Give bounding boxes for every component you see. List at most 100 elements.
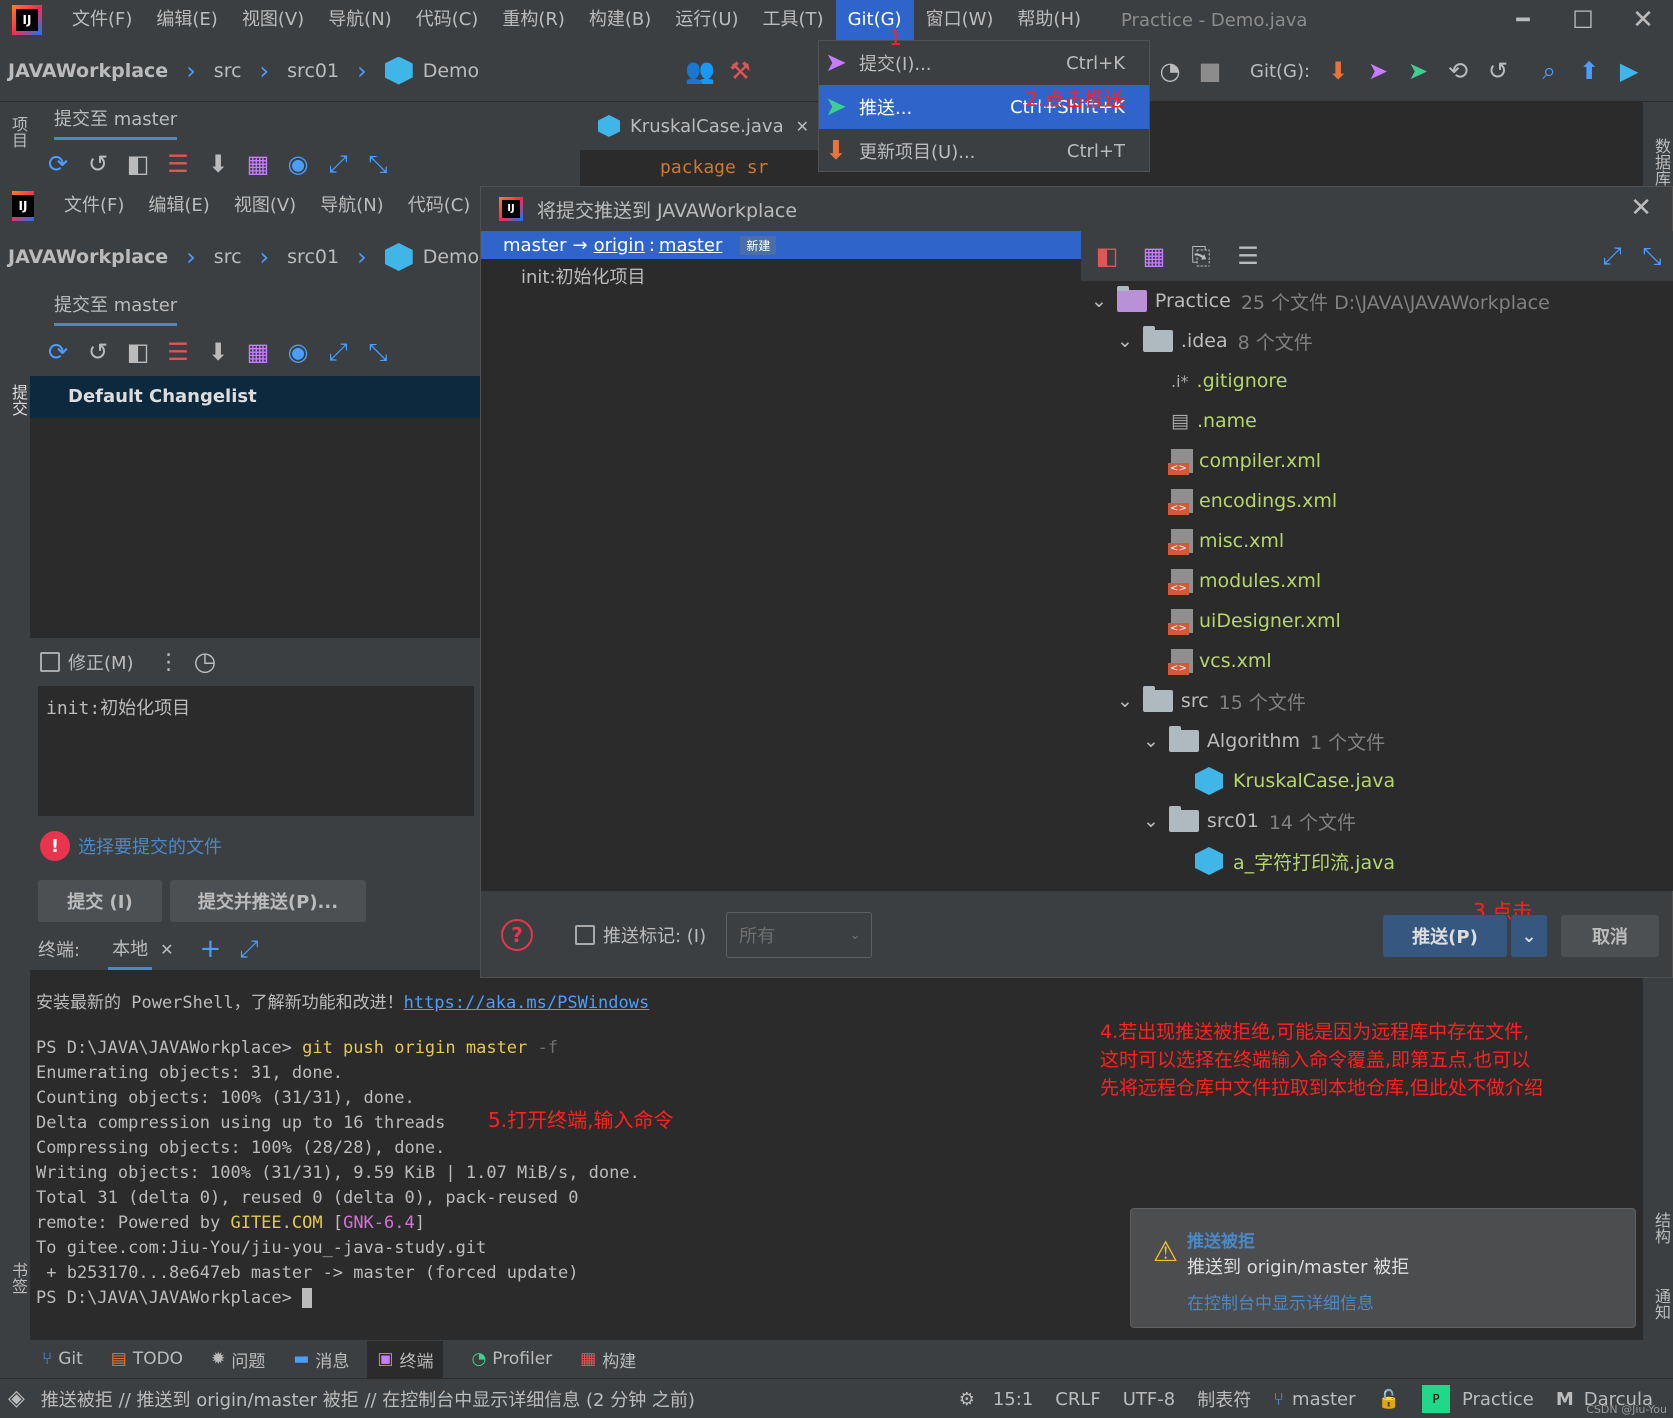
push-tags-checkbox[interactable]	[575, 925, 595, 945]
cursor-position[interactable]: 15:1	[993, 1389, 1033, 1410]
amend-checkbox[interactable]	[40, 652, 60, 672]
commit-row[interactable]: init:初始化项目	[481, 259, 1081, 297]
side-tab-bookmarks[interactable]: 书签	[6, 1262, 30, 1294]
menu-item-commit[interactable]: ➤ 提交(I)... Ctrl+K	[819, 41, 1149, 85]
tree-item-algorithm[interactable]: ⌄ Algorithm 1 个文件	[1143, 723, 1385, 759]
users-icon[interactable]: 👥	[683, 54, 717, 88]
expand-icon[interactable]: ⤢	[239, 935, 258, 963]
menu-tools[interactable]: 工具(T)	[751, 0, 836, 40]
minimize-icon[interactable]: ━	[1493, 8, 1553, 33]
close-window-icon[interactable]: ✕	[1613, 5, 1673, 35]
tree-item-vcs-xml[interactable]: vcs.xml	[1168, 643, 1272, 679]
tree-item-modules-xml[interactable]: modules.xml	[1168, 563, 1321, 599]
project-name[interactable]: Practice	[1462, 1389, 1534, 1410]
commit-button[interactable]: 提交 (I)	[38, 880, 162, 922]
select-files-warning[interactable]: 选择要提交的文件	[78, 833, 222, 859]
collapse-icon[interactable]: ⤡	[361, 335, 395, 369]
menu-navigate[interactable]: 导航(N)	[316, 0, 404, 40]
side-tab-project[interactable]: 项目	[6, 116, 30, 148]
commit-tab-title[interactable]: 提交至 master	[54, 291, 178, 326]
menu-code[interactable]: 代码(C)	[404, 0, 491, 40]
tree-item-a-print-stream[interactable]: a_字符打印流.java	[1195, 843, 1395, 879]
group-icon[interactable]: ▦	[1137, 239, 1171, 273]
editor-tab-kruskal[interactable]: KruskalCase.java	[630, 116, 784, 137]
group-icon[interactable]: ▦	[241, 335, 275, 369]
menu-edit[interactable]: 编辑(E)	[136, 186, 221, 226]
breadcrumb-src01[interactable]: src01	[287, 60, 339, 82]
push-button[interactable]: 推送(P)	[1383, 915, 1507, 957]
bottom-tab-messages[interactable]: ▬ 消息	[293, 1347, 349, 1372]
branch-row[interactable]: master → origin : master 新建	[481, 231, 1081, 259]
breadcrumb-project[interactable]: JAVAWorkplace	[8, 60, 168, 82]
collapse-icon[interactable]: ⤡	[1635, 239, 1669, 273]
search-icon[interactable]: ⌕	[1532, 54, 1566, 88]
bottom-tab-terminal[interactable]: ▣ 终端	[367, 1340, 444, 1378]
show-details-link[interactable]: 在控制台中显示详细信息	[1187, 1289, 1374, 1314]
layers-icon[interactable]: ◈	[8, 1386, 25, 1411]
eye-icon[interactable]: ◉	[281, 335, 315, 369]
close-tab-icon[interactable]: ✕	[160, 940, 173, 959]
tree-item-src01[interactable]: ⌄ src01 14 个文件	[1143, 803, 1356, 839]
bottom-tab-git[interactable]: ⑂ Git	[42, 1349, 83, 1369]
menu-file[interactable]: 文件(F)	[60, 0, 144, 40]
history-icon[interactable]: ⟲	[1441, 54, 1475, 88]
more-options-icon[interactable]: ⋮	[158, 650, 180, 675]
expand-icon[interactable]: ⤢	[321, 147, 355, 181]
changelist-icon[interactable]: ☰	[161, 335, 195, 369]
remote-link[interactable]: origin	[594, 235, 645, 256]
menu-view[interactable]: 视图(V)	[230, 0, 316, 40]
breadcrumb-src[interactable]: src	[214, 246, 242, 268]
menu-item-update[interactable]: ⬇ 更新项目(U)... Ctrl+T	[819, 129, 1149, 173]
expand-icon[interactable]: ⤢	[321, 335, 355, 369]
clock-icon[interactable]: ◷	[194, 647, 217, 677]
git-branch[interactable]: master	[1292, 1389, 1355, 1410]
bottom-tab-problems[interactable]: ✹ 问题	[211, 1347, 265, 1372]
menu-build[interactable]: 构建(B)	[577, 0, 663, 40]
push-options-chevron-icon[interactable]: ⌄	[1511, 915, 1547, 957]
menu-file[interactable]: 文件(F)	[52, 186, 136, 226]
default-changelist[interactable]: Default Changelist	[30, 376, 480, 418]
menu-refactor[interactable]: 重构(R)	[490, 0, 577, 40]
terminal-tab-local[interactable]: 本地	[108, 929, 153, 970]
commit-message-field[interactable]: init:初始化项目	[38, 686, 474, 816]
hammer-icon[interactable]: ⚒	[723, 54, 757, 88]
breadcrumb-src[interactable]: src	[214, 60, 242, 82]
eye-icon[interactable]: ◉	[281, 147, 315, 181]
update-ide-icon[interactable]: ⬆	[1572, 54, 1606, 88]
tree-item-uidesigner-xml[interactable]: uiDesigner.xml	[1168, 603, 1341, 639]
menu-window[interactable]: 窗口(W)	[914, 0, 1006, 40]
update-project-icon[interactable]: ⬇	[1321, 54, 1355, 88]
file-diff-icon[interactable]: ⎘	[1184, 239, 1218, 273]
expand-icon[interactable]: ⤢	[1595, 239, 1629, 273]
breadcrumb-demo[interactable]: Demo	[423, 246, 479, 268]
tree-item-misc-xml[interactable]: misc.xml	[1168, 523, 1284, 559]
shelve-icon[interactable]: ⬇	[201, 147, 235, 181]
refresh-icon[interactable]: ⟳	[41, 147, 75, 181]
side-tab-notifications[interactable]: 通知	[1649, 1288, 1673, 1320]
tags-select[interactable]: 所有 ⌄	[726, 912, 873, 958]
refresh-icon[interactable]: ⟳	[41, 335, 75, 369]
status-message[interactable]: 推送被拒 // 推送到 origin/master 被拒 // 在控制台中显示详…	[41, 1386, 695, 1412]
rollback-icon[interactable]: ↺	[1481, 54, 1515, 88]
menu-view[interactable]: 视图(V)	[222, 186, 308, 226]
close-dialog-icon[interactable]: ✕	[1630, 193, 1652, 223]
tree-item-name[interactable]: ▤ .name	[1171, 403, 1257, 439]
tree-item-encodings-xml[interactable]: encodings.xml	[1168, 483, 1337, 519]
shelve-icon[interactable]: ⬇	[201, 335, 235, 369]
menu-help[interactable]: 帮助(H)	[1005, 0, 1093, 40]
menu-edit[interactable]: 编辑(E)	[144, 0, 229, 40]
indent-setting[interactable]: 制表符	[1197, 1386, 1251, 1412]
collapse-icon[interactable]: ⤡	[361, 147, 395, 181]
tree-item-idea[interactable]: ⌄ .idea 8 个文件	[1117, 323, 1313, 359]
tree-item-kruskalcase[interactable]: KruskalCase.java	[1195, 763, 1395, 799]
close-tab-icon[interactable]: ✕	[796, 117, 809, 136]
tree-item-src[interactable]: ⌄ src 15 个文件	[1117, 683, 1306, 719]
group-icon[interactable]: ▦	[241, 147, 275, 181]
unlock-icon[interactable]: 🔓	[1378, 1389, 1400, 1410]
settings-sync-icon[interactable]: ⚙	[959, 1389, 975, 1410]
tree-item-compiler-xml[interactable]: compiler.xml	[1168, 443, 1321, 479]
menu-run[interactable]: 运行(U)	[663, 0, 750, 40]
menu-icon[interactable]: ☰	[1231, 239, 1265, 273]
commit-and-push-button[interactable]: 提交并推送(P)...	[170, 880, 366, 922]
push-icon[interactable]: ➤	[1401, 54, 1435, 88]
